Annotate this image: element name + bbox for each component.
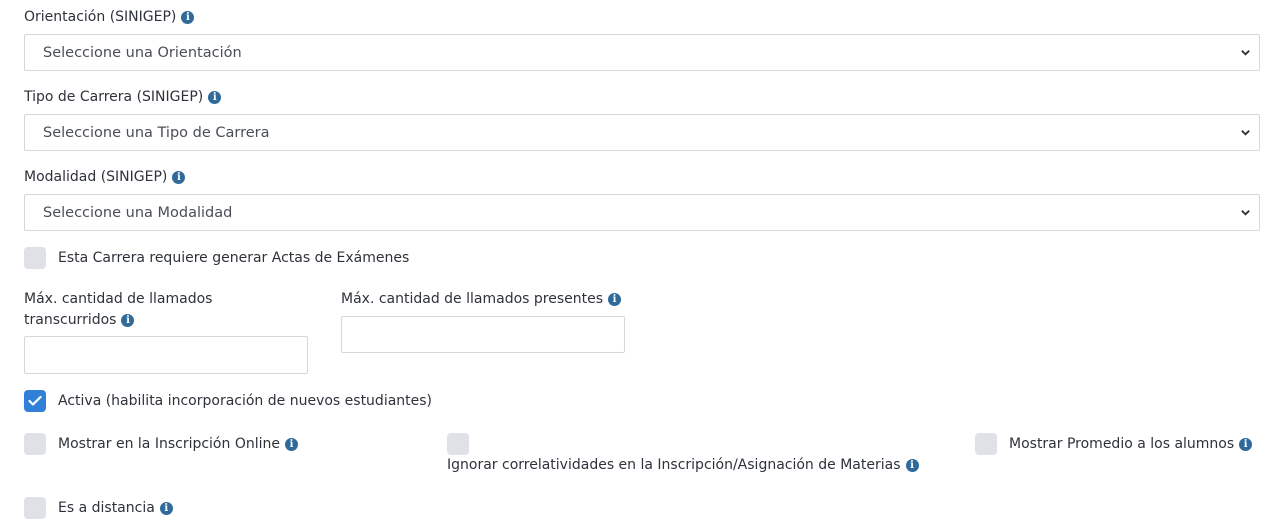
tipo-carrera-select-value: Seleccione una Tipo de Carrera: [43, 124, 270, 141]
actas-checkbox-label: Esta Carrera requiere generar Actas de E…: [58, 250, 410, 266]
tipo-carrera-label-text: Tipo de Carrera (SINIGEP): [24, 89, 204, 105]
distancia-checkbox-label: Es a distancia: [58, 500, 155, 516]
llamados-transcurridos-input[interactable]: [24, 336, 308, 374]
modalidad-select[interactable]: Seleccione una Modalidad: [24, 194, 1260, 231]
distancia-checkbox[interactable]: [24, 497, 46, 519]
orientacion-label: Orientación (SINIGEP) i: [24, 7, 195, 28]
info-icon[interactable]: i: [172, 171, 186, 184]
ignorar-correlatividades-label: Ignorar correlatividades en la Inscripci…: [447, 455, 919, 476]
info-icon[interactable]: i: [159, 501, 173, 515]
mostrar-promedio-checkbox[interactable]: [975, 433, 997, 455]
modalidad-label-text: Modalidad (SINIGEP): [24, 169, 168, 185]
ignorar-correlatividades-checkbox[interactable]: [447, 433, 469, 455]
chevron-down-icon: [1241, 210, 1250, 216]
info-icon[interactable]: i: [208, 91, 222, 104]
llamados-presentes-label-text: Máx. cantidad de llamados presentes: [341, 291, 604, 307]
info-icon[interactable]: i: [121, 314, 135, 327]
llamados-transcurridos-label: Máx. cantidad de llamados transcurridos …: [24, 289, 284, 331]
tipo-carrera-select[interactable]: Seleccione una Tipo de Carrera: [24, 114, 1260, 151]
orientacion-select-value: Seleccione una Orientación: [43, 44, 242, 61]
orientacion-select[interactable]: Seleccione una Orientación: [24, 34, 1260, 71]
tipo-carrera-label: Tipo de Carrera (SINIGEP) i: [24, 87, 222, 108]
info-icon[interactable]: i: [1239, 437, 1253, 451]
orientacion-label-text: Orientación (SINIGEP): [24, 9, 177, 25]
llamados-presentes-input[interactable]: [341, 316, 625, 353]
distancia-checkbox-row[interactable]: Es a distancia i: [24, 497, 173, 519]
actas-checkbox[interactable]: [24, 247, 46, 269]
activa-checkbox[interactable]: [24, 390, 46, 412]
llamados-transcurridos-label-line2: transcurridos: [24, 312, 117, 328]
modalidad-label: Modalidad (SINIGEP) i: [24, 167, 186, 188]
actas-checkbox-row[interactable]: Esta Carrera requiere generar Actas de E…: [24, 247, 409, 269]
check-icon: [28, 395, 42, 406]
activa-checkbox-row[interactable]: Activa (habilita incorporación de nuevos…: [24, 390, 432, 412]
inscripcion-online-checkbox[interactable]: [24, 433, 46, 455]
info-icon[interactable]: i: [181, 11, 195, 24]
activa-checkbox-label: Activa (habilita incorporación de nuevos…: [58, 393, 433, 409]
llamados-transcurridos-label-line1: Máx. cantidad de llamados: [24, 291, 213, 307]
inscripcion-online-checkbox-label: Mostrar en la Inscripción Online: [58, 436, 280, 452]
ignorar-correlatividades-label-text: Ignorar correlatividades en la Inscripci…: [447, 457, 901, 473]
chevron-down-icon: [1241, 50, 1250, 56]
info-icon[interactable]: i: [905, 459, 919, 472]
mostrar-promedio-checkbox-row[interactable]: Mostrar Promedio a los alumnos i: [975, 433, 1253, 455]
mostrar-promedio-checkbox-label: Mostrar Promedio a los alumnos: [1009, 436, 1235, 452]
info-icon[interactable]: i: [284, 437, 298, 451]
modalidad-select-value: Seleccione una Modalidad: [43, 204, 233, 221]
inscripcion-online-checkbox-row[interactable]: Mostrar en la Inscripción Online i: [24, 433, 298, 455]
llamados-presentes-label: Máx. cantidad de llamados presentes i: [341, 289, 622, 310]
chevron-down-icon: [1241, 130, 1250, 136]
info-icon[interactable]: i: [608, 293, 622, 306]
